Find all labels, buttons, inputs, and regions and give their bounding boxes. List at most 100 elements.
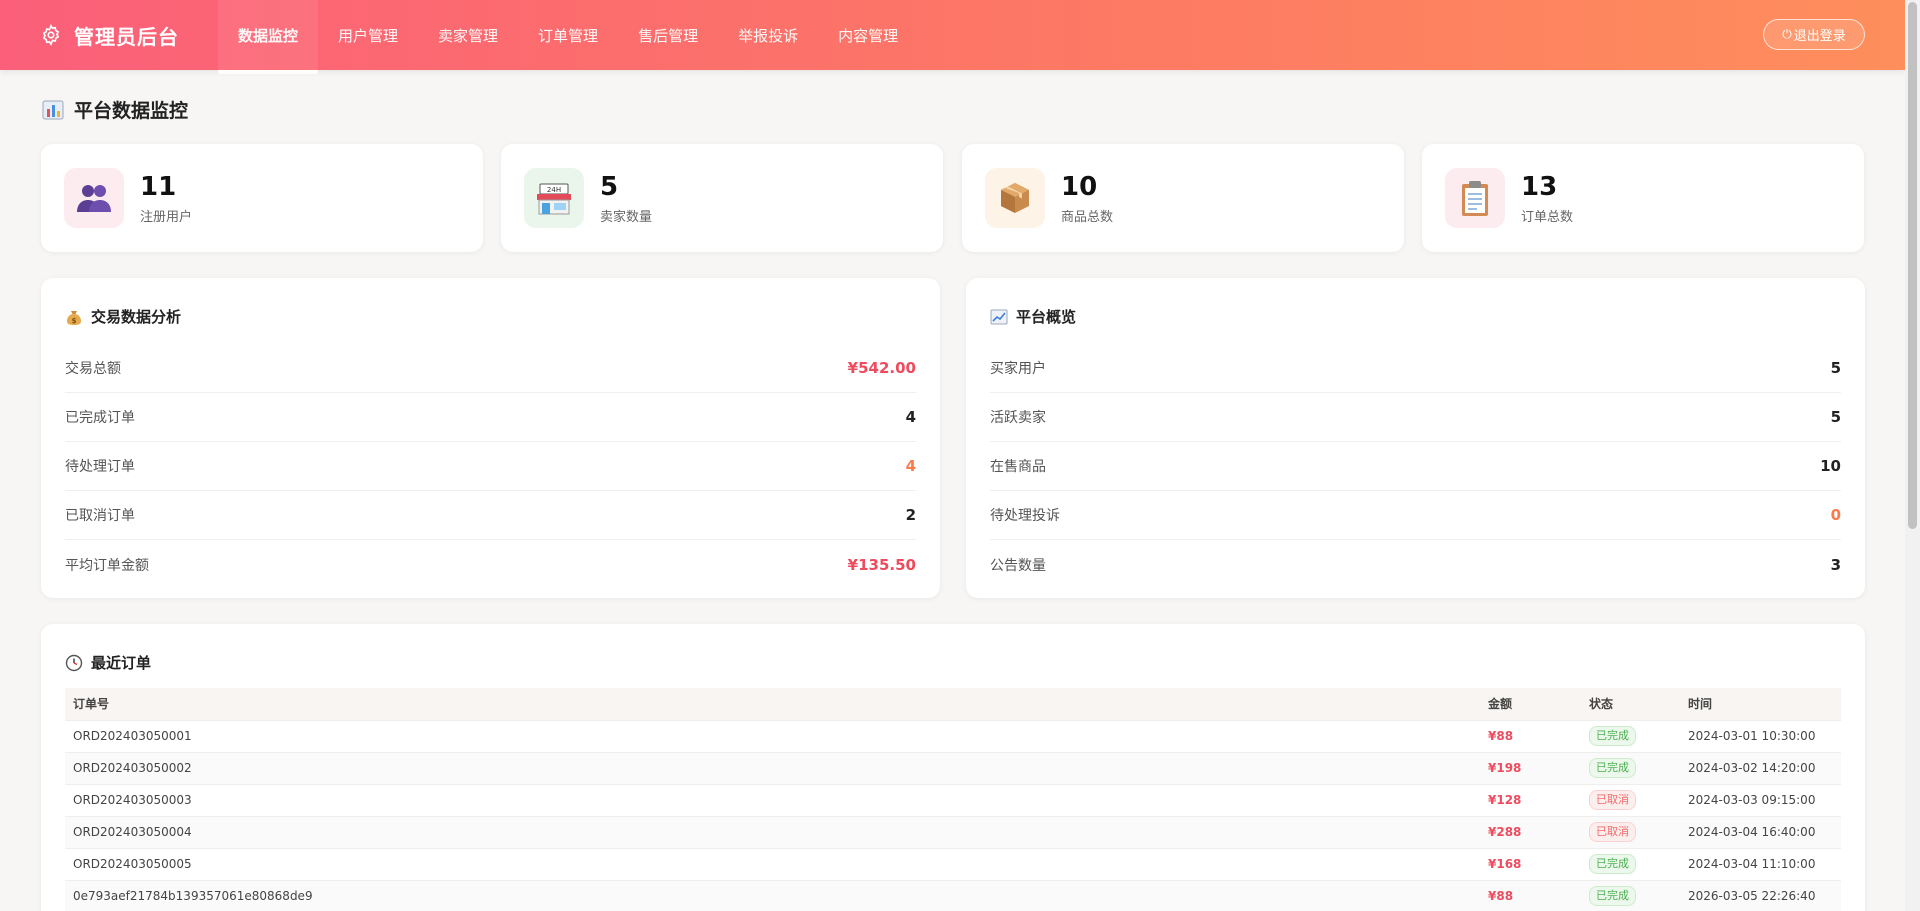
nav-item-orders[interactable]: 订单管理 (518, 0, 618, 70)
cell-order-id: ORD202403050004 (65, 815, 1480, 848)
power-icon: ⏻ (1782, 27, 1792, 41)
cell-time: 2026-03-05 22:26:40 (1680, 879, 1841, 911)
brand: 管理员后台 (40, 0, 179, 70)
stat-card-users: 11 注册用户 (41, 144, 483, 252)
trend-chart-icon (990, 308, 1008, 326)
panel-title: 平台概览 (990, 306, 1076, 327)
trade-analysis-panel: $ 交易数据分析 交易总额 ¥542.00 已完成订单 4 待处理订单 4 已取… (41, 278, 940, 598)
row-label: 待处理投诉 (990, 508, 1060, 524)
cell-order-id: ORD202403050005 (65, 847, 1480, 880)
logout-label: 退出登录 (1793, 29, 1846, 44)
cell-amount: ¥288 (1480, 815, 1581, 848)
users-icon (64, 168, 124, 228)
stat-value: 13 (1521, 171, 1558, 202)
svg-text:24H: 24H (547, 186, 561, 194)
row-value: 4 (905, 457, 916, 475)
overview-row-products: 在售商品 10 (990, 442, 1841, 491)
panel-title: $ 交易数据分析 (65, 306, 181, 327)
main-nav: 数据监控 用户管理 卖家管理 订单管理 售后管理 举报投诉 内容管理 (218, 0, 918, 74)
clock-icon (65, 654, 83, 672)
status-badge: 已取消 (1589, 822, 1636, 842)
orders-table: 订单号 金额 状态 时间 ORD202403050001 ¥88 已完成 202… (65, 688, 1841, 911)
trade-row-completed: 已完成订单 4 (65, 393, 916, 442)
trade-row-cancelled: 已取消订单 2 (65, 491, 916, 540)
row-value: 2 (905, 506, 916, 524)
row-label: 已完成订单 (65, 410, 135, 426)
stat-card-sellers: 24H 5 卖家数量 (501, 144, 943, 252)
row-label: 活跃卖家 (990, 410, 1046, 426)
logout-button[interactable]: ⏻ 退出登录 (1763, 19, 1865, 50)
table-row[interactable]: ORD202403050003 ¥128 已取消 2024-03-03 09:1… (65, 783, 1841, 816)
overview-rows: 买家用户 5 活跃卖家 5 在售商品 10 待处理投诉 0 公告数量 3 (990, 344, 1841, 589)
store-icon: 24H (524, 168, 584, 228)
cell-time: 2024-03-04 16:40:00 (1680, 815, 1841, 848)
col-header-amount: 金额 (1488, 697, 1513, 712)
recent-orders-panel: 最近订单 订单号 金额 状态 时间 ORD202403050001 ¥88 已完… (41, 624, 1865, 911)
status-badge: 已完成 (1589, 886, 1636, 907)
panel-title: 最近订单 (65, 652, 151, 673)
cell-amount: ¥88 (1480, 719, 1581, 752)
nav-item-sellers[interactable]: 卖家管理 (418, 0, 518, 70)
status-badge: 已取消 (1589, 790, 1636, 810)
cell-time: 2024-03-01 10:30:00 (1680, 719, 1841, 752)
brand-title: 管理员后台 (74, 24, 179, 49)
overview-row-complaints: 待处理投诉 0 (990, 491, 1841, 540)
table-row[interactable]: ORD202403050004 ¥288 已取消 2024-03-04 16:4… (65, 815, 1841, 848)
panel-title-text: 交易数据分析 (91, 308, 182, 326)
cell-time: 2024-03-04 11:10:00 (1680, 847, 1841, 880)
trade-row-average: 平均订单金额 ¥135.50 (65, 540, 916, 589)
table-row[interactable]: ORD202403050002 ¥198 已完成 2024-03-02 14:2… (65, 751, 1841, 784)
nav-item-content[interactable]: 内容管理 (818, 0, 918, 70)
cell-amount: ¥128 (1480, 783, 1581, 816)
cell-amount: ¥88 (1480, 879, 1581, 911)
row-label: 买家用户 (990, 361, 1046, 377)
row-value: 3 (1830, 555, 1841, 574)
status-badge: 已完成 (1589, 726, 1636, 746)
row-value: 4 (905, 408, 916, 426)
platform-overview-panel: 平台概览 买家用户 5 活跃卖家 5 在售商品 10 待处理投诉 0 公告数量 … (966, 278, 1865, 598)
stat-card-orders: 13 订单总数 (1422, 144, 1864, 252)
bar-chart-icon (42, 100, 64, 120)
row-label: 平均订单金额 (65, 557, 149, 574)
page-title-text: 平台数据监控 (74, 100, 189, 122)
table-row[interactable]: 0e793aef21784b139357061e80868de9 ¥88 已完成… (65, 879, 1841, 911)
table-header-row: 订单号 金额 状态 时间 (65, 688, 1841, 720)
stat-label: 注册用户 (140, 209, 193, 225)
status-badge: 已完成 (1589, 854, 1636, 874)
top-header: 管理员后台 数据监控 用户管理 卖家管理 订单管理 售后管理 举报投诉 内容管理… (0, 0, 1905, 74)
row-value: ¥542.00 (847, 359, 916, 377)
cell-time: 2024-03-03 09:15:00 (1680, 783, 1841, 816)
nav-item-reports[interactable]: 举报投诉 (718, 0, 818, 70)
row-value: 5 (1830, 359, 1841, 377)
stat-value: 10 (1061, 171, 1098, 202)
trade-rows: 交易总额 ¥542.00 已完成订单 4 待处理订单 4 已取消订单 2 平均订… (65, 344, 916, 589)
nav-item-users[interactable]: 用户管理 (318, 0, 418, 70)
stat-label: 订单总数 (1521, 209, 1574, 225)
page-title: 平台数据监控 (42, 96, 188, 123)
cell-amount: ¥168 (1480, 847, 1581, 880)
row-label: 待处理订单 (65, 459, 135, 475)
table-row[interactable]: ORD202403050001 ¥88 已完成 2024-03-01 10:30… (65, 719, 1841, 752)
stat-label: 卖家数量 (600, 209, 653, 225)
cell-order-id: ORD202403050003 (65, 783, 1480, 816)
scrollbar-thumb[interactable] (1908, 2, 1917, 529)
nav-item-aftersale[interactable]: 售后管理 (618, 0, 718, 70)
row-value: 0 (1830, 506, 1841, 524)
panel-title-text: 平台概览 (1016, 308, 1077, 326)
col-header-order-id: 订单号 (73, 697, 110, 712)
clipboard-icon (1445, 168, 1505, 228)
row-label: 公告数量 (990, 557, 1046, 574)
stat-card-products: 10 商品总数 (962, 144, 1404, 252)
overview-row-announcements: 公告数量 3 (990, 540, 1841, 589)
cell-order-id: 0e793aef21784b139357061e80868de9 (65, 879, 1480, 911)
trade-row-total: 交易总额 ¥542.00 (65, 344, 916, 393)
row-value: 5 (1830, 408, 1841, 426)
cell-order-id: ORD202403050001 (65, 719, 1480, 752)
nav-item-monitor[interactable]: 数据监控 (218, 0, 319, 74)
orders-table-wrap: 订单号 金额 状态 时间 ORD202403050001 ¥88 已完成 202… (65, 688, 1841, 911)
table-row[interactable]: ORD202403050005 ¥168 已完成 2024-03-04 11:1… (65, 847, 1841, 880)
panel-title-text: 最近订单 (91, 654, 152, 672)
row-value: 10 (1820, 457, 1841, 475)
gear-icon (40, 23, 64, 47)
svg-text:$: $ (72, 317, 77, 325)
